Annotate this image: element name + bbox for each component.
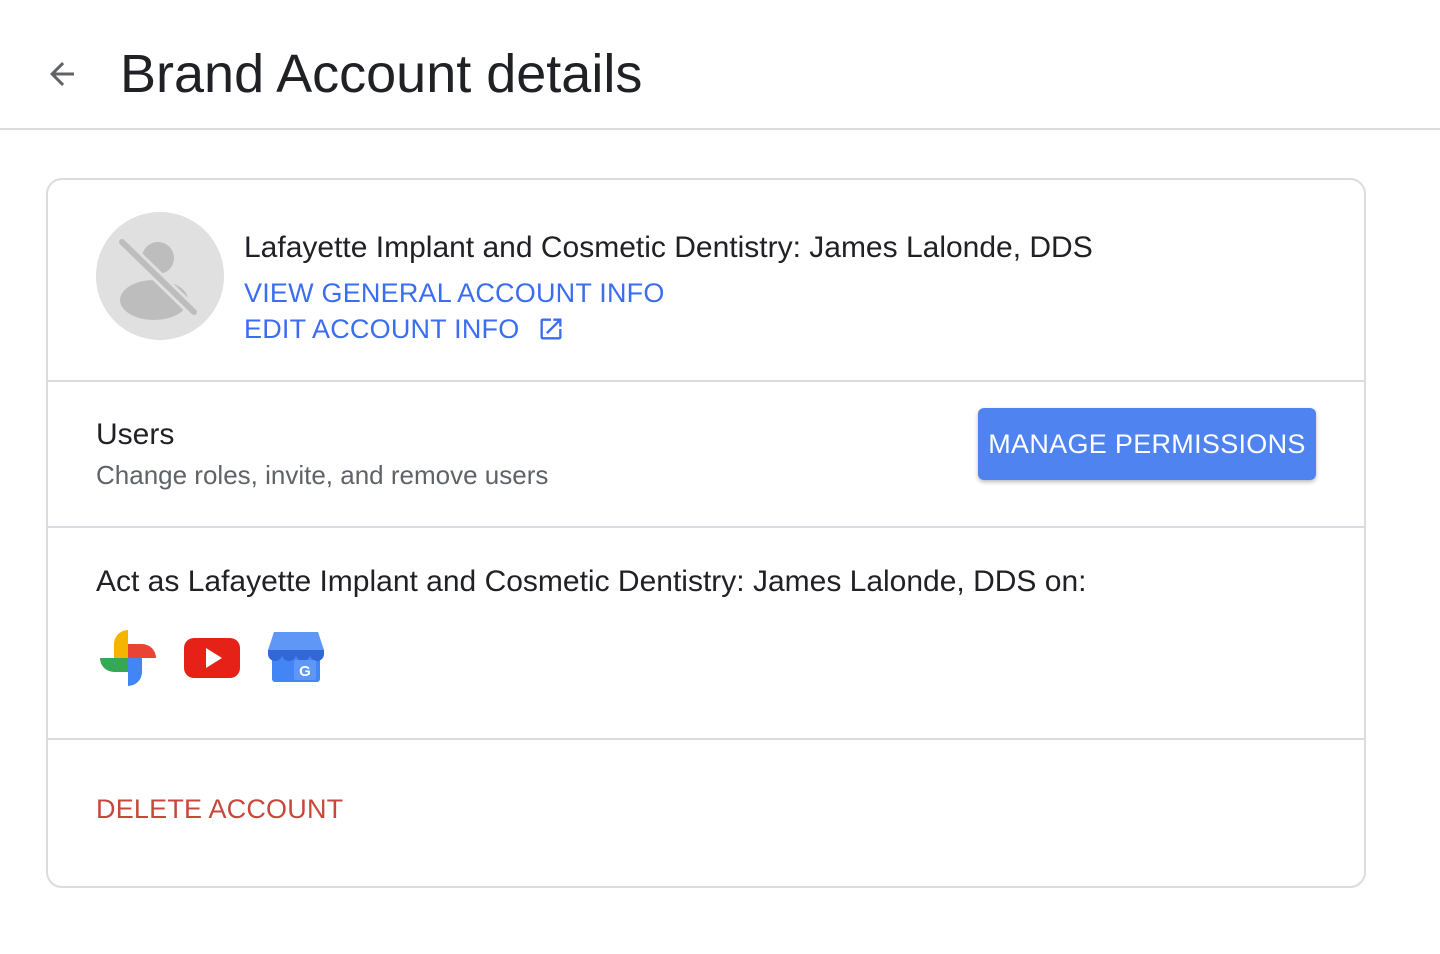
google-my-business-icon[interactable]: G [264,626,328,690]
open-in-new-icon [540,318,562,340]
divider [48,380,1364,382]
page-title: Brand Account details [120,44,643,104]
back-button[interactable] [36,50,88,98]
page-header: Brand Account details [0,0,1440,130]
manage-permissions-button[interactable]: MANAGE PERMISSIONS [978,408,1316,480]
delete-account-button[interactable]: DELETE ACCOUNT [96,792,343,826]
edit-account-info-link[interactable]: EDIT ACCOUNT INFO [244,312,565,346]
edit-account-info-label: EDIT ACCOUNT INFO [244,314,520,344]
brand-account-card: Lafayette Implant and Cosmetic Dentistry… [46,178,1366,888]
no-profile-photo-icon [96,212,224,340]
arrow-left-icon [50,62,74,86]
view-general-account-info-link[interactable]: VIEW GENERAL ACCOUNT INFO [244,276,665,310]
divider [48,526,1364,528]
divider [48,738,1364,740]
users-section-description: Change roles, invite, and remove users [96,460,549,490]
youtube-icon[interactable] [180,626,244,690]
svg-text:G: G [299,663,311,680]
act-as-label: Act as Lafayette Implant and Cosmetic De… [96,565,1087,598]
google-photos-icon[interactable] [96,626,160,690]
users-section-title: Users [96,418,175,451]
avatar [96,212,224,340]
account-name: Lafayette Implant and Cosmetic Dentistry… [244,231,1093,264]
